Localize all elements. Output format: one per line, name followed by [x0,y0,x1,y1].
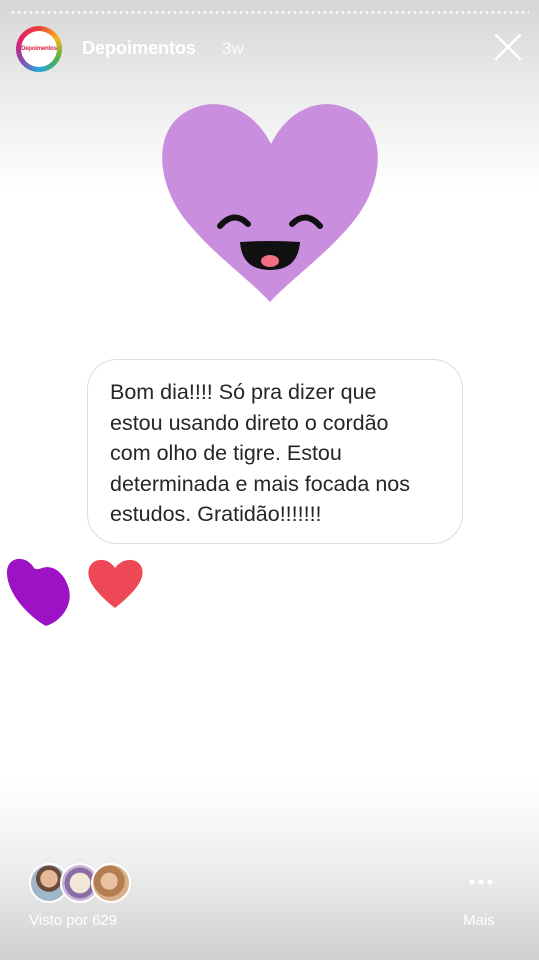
post-time: 3w [222,39,244,58]
viewer-avatars[interactable] [29,863,139,903]
message-text: Bom dia!!!! Só pra dizer que estou usand… [110,380,410,526]
close-icon [494,33,522,61]
close-button[interactable] [493,32,523,62]
account-avatar[interactable]: Depoimentos [16,26,62,72]
avatar-logo-text: Depoimentos [21,46,57,52]
ellipsis-icon[interactable] [461,870,501,894]
avatar-logo: Depoimentos [21,31,57,67]
story-progress-bar [10,11,529,14]
more-button[interactable]: Mais [463,912,495,929]
account-name[interactable]: Depoimentos [82,38,196,59]
smiling-heart-sticker [162,104,378,303]
purple-heart-reaction [6,558,70,626]
message-bubble: Bom dia!!!! Só pra dizer que estou usand… [87,359,463,544]
seen-by-count[interactable]: Visto por 629 [29,912,117,929]
red-heart-reaction [88,559,143,608]
story-header: Depoimentos Depoimentos 3w [16,26,523,72]
viewer-avatar [91,863,131,903]
